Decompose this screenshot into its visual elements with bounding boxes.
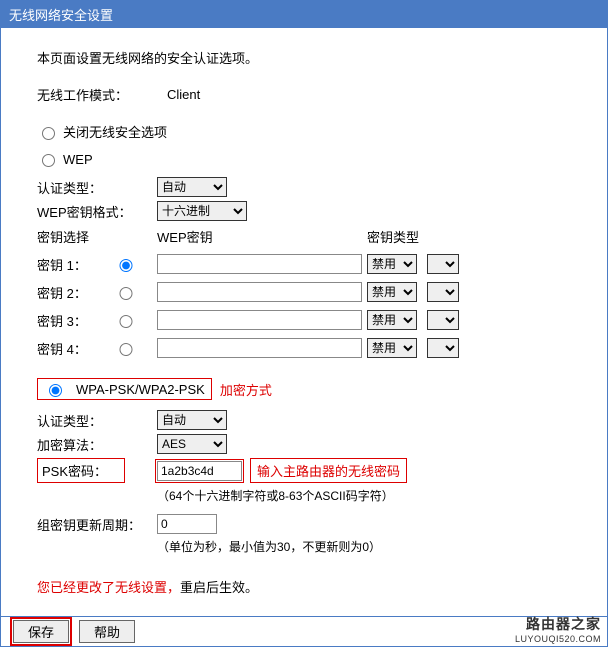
- group-key-hint: （单位为秒，最小值为30，不更新则为0）: [157, 538, 571, 555]
- psk-hint: （64个十六进制字符或8-63个ASCII码字符）: [157, 487, 571, 504]
- wpa-section: WPA-PSK/WPA2-PSK 加密方式 认证类型： 自动 加密算法： AES…: [37, 378, 571, 555]
- wep-key-format-select[interactable]: 十六进制: [157, 201, 247, 221]
- wep-key-2-input[interactable]: [157, 282, 362, 302]
- wep-header-select: 密钥选择: [37, 227, 157, 246]
- wpa-option[interactable]: WPA-PSK/WPA2-PSK 加密方式: [37, 378, 571, 400]
- wep-key-row-3: 密钥 3： 禁用: [37, 310, 571, 330]
- wpa-algo-label: 加密算法：: [37, 435, 157, 454]
- wep-key-1-type-select[interactable]: 禁用: [367, 254, 417, 274]
- wep-header-key: WEP密钥: [157, 227, 367, 246]
- wireless-mode-row: 无线工作模式： Client: [37, 85, 571, 104]
- wep-key-1-extra-select[interactable]: [427, 254, 459, 274]
- wep-option[interactable]: WEP: [37, 151, 571, 167]
- wep-label: WEP: [63, 152, 93, 167]
- wep-header-type: 密钥类型: [367, 227, 463, 246]
- wpa-algo-select[interactable]: AES: [157, 434, 227, 454]
- warning-part2: 重启后生效。: [180, 580, 258, 595]
- footer-bar: 保存 帮助 路由器之家 LUYOUQI520.COM: [1, 616, 607, 646]
- wep-key-4-input[interactable]: [157, 338, 362, 358]
- wep-key-1-label: 密钥 1：: [37, 255, 93, 274]
- wep-key-3-type-select[interactable]: 禁用: [367, 310, 417, 330]
- wireless-mode-value: Client: [167, 87, 200, 102]
- disable-security-radio[interactable]: [42, 127, 55, 140]
- help-button[interactable]: 帮助: [79, 620, 135, 643]
- wep-key-format-label: WEP密钥格式：: [37, 202, 157, 221]
- psk-row: PSK密码： 输入主路由器的无线密码: [37, 458, 571, 483]
- wep-key-4-extra-select[interactable]: [427, 338, 459, 358]
- wep-key-1-input[interactable]: [157, 254, 362, 274]
- wep-key-2-label: 密钥 2：: [37, 283, 93, 302]
- disable-security-option[interactable]: 关闭无线安全选项: [37, 122, 571, 141]
- psk-label: PSK密码：: [37, 458, 125, 483]
- settings-panel: 无线网络安全设置 本页面设置无线网络的安全认证选项。 无线工作模式： Clien…: [0, 0, 608, 647]
- wep-radio[interactable]: [42, 154, 55, 167]
- wep-key-3-input[interactable]: [157, 310, 362, 330]
- wpa-radio[interactable]: [49, 384, 62, 397]
- wep-auth-type-select[interactable]: 自动: [157, 177, 227, 197]
- wep-auth-type-label: 认证类型：: [37, 178, 157, 197]
- group-key-input[interactable]: [157, 514, 217, 534]
- page-description: 本页面设置无线网络的安全认证选项。: [37, 48, 571, 67]
- wep-key-4-radio[interactable]: [98, 343, 154, 356]
- wep-key-4-type-select[interactable]: 禁用: [367, 338, 417, 358]
- wep-key-3-label: 密钥 3：: [37, 311, 93, 330]
- panel-title: 无线网络安全设置: [1, 1, 607, 28]
- watermark-title: 路由器之家: [515, 614, 601, 634]
- wep-key-row-4: 密钥 4： 禁用: [37, 338, 571, 358]
- wep-key-2-type-select[interactable]: 禁用: [367, 282, 417, 302]
- psk-annotation: 输入主路由器的无线密码: [250, 458, 407, 483]
- wep-key-2-radio[interactable]: [98, 287, 154, 300]
- wireless-mode-label: 无线工作模式：: [37, 85, 147, 104]
- wep-key-row-2: 密钥 2： 禁用: [37, 282, 571, 302]
- group-key-label: 组密钥更新周期：: [37, 515, 157, 534]
- watermark: 路由器之家 LUYOUQI520.COM: [515, 614, 601, 644]
- wpa-auth-type-label: 认证类型：: [37, 411, 157, 430]
- wep-key-3-radio[interactable]: [98, 315, 154, 328]
- warning-part1: 您已经更改了无线设置，: [37, 580, 180, 595]
- wep-key-row-1: 密钥 1： 禁用: [37, 254, 571, 274]
- watermark-url: LUYOUQI520.COM: [515, 634, 601, 644]
- wpa-label: WPA-PSK/WPA2-PSK: [76, 382, 205, 397]
- wep-key-2-extra-select[interactable]: [427, 282, 459, 302]
- wep-key-1-radio[interactable]: [98, 259, 154, 272]
- wpa-mode-annotation: 加密方式: [220, 380, 272, 399]
- wep-key-3-extra-select[interactable]: [427, 310, 459, 330]
- save-button[interactable]: 保存: [13, 620, 69, 643]
- psk-input[interactable]: [157, 461, 242, 481]
- wpa-auth-type-select[interactable]: 自动: [157, 410, 227, 430]
- wep-section: WEP 认证类型： 自动 WEP密钥格式： 十六进制 密钥选择 WEP密钥 密钥…: [37, 151, 571, 358]
- restart-warning: 您已经更改了无线设置，重启后生效。: [37, 577, 571, 596]
- disable-security-label: 关闭无线安全选项: [63, 122, 167, 141]
- wep-key-4-label: 密钥 4：: [37, 339, 93, 358]
